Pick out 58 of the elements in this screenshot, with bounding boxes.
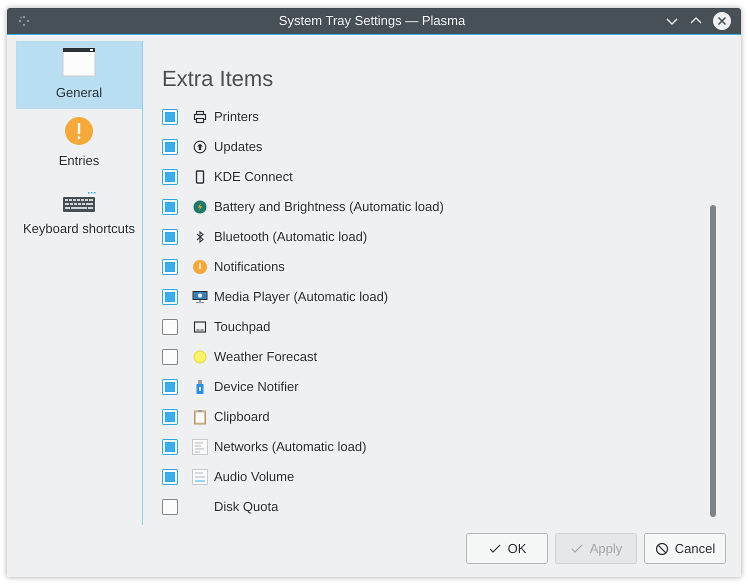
item-label: Weather Forecast — [214, 348, 318, 366]
check-icon — [488, 542, 502, 556]
item-label: Battery and Brightness (Automatic load) — [214, 198, 444, 216]
checkbox[interactable] — [162, 349, 178, 365]
item-label: Bluetooth (Automatic load) — [214, 228, 368, 246]
sidebar-label: Entries — [58, 152, 100, 170]
item-label: Audio Volume — [214, 468, 294, 486]
item-label: Printers — [214, 108, 259, 126]
item-label: Updates — [214, 138, 262, 156]
item-label: KDE Connect — [214, 168, 293, 186]
sun-icon — [193, 350, 207, 364]
item-label: Disk Quota — [214, 498, 278, 516]
checkbox[interactable] — [162, 409, 178, 425]
item-label: Device Notifier — [214, 378, 299, 396]
warning-icon — [65, 116, 93, 144]
item-label: Touchpad — [214, 318, 270, 336]
sidebar-item[interactable]: Keyboard shortcuts — [16, 177, 142, 245]
checkbox[interactable] — [162, 499, 178, 515]
checkbox[interactable] — [162, 109, 178, 125]
checkbox[interactable] — [162, 319, 178, 335]
sidebar-label: General — [56, 84, 102, 102]
scrollbar-thumb[interactable] — [710, 205, 716, 517]
item-label: Media Player (Automatic load) — [214, 288, 388, 306]
checkbox[interactable] — [162, 139, 178, 155]
sidebar-label: Keyboard shortcuts — [22, 220, 135, 238]
close-icon[interactable] — [713, 12, 731, 30]
battery-icon — [193, 200, 207, 214]
window-icon — [62, 46, 96, 76]
sidebar-item[interactable]: General — [16, 41, 142, 109]
dialog-button[interactable]: Cancel — [644, 533, 726, 564]
dialog-button[interactable]: OK — [466, 533, 548, 564]
window-title: System Tray Settings — Plasma — [278, 12, 466, 30]
checkbox[interactable] — [162, 199, 178, 215]
checkbox[interactable] — [162, 379, 178, 395]
checkbox[interactable] — [162, 259, 178, 275]
upload-icon — [193, 140, 207, 154]
document-icon — [192, 469, 208, 485]
sidebar-item[interactable]: Entries — [16, 109, 142, 177]
checkbox[interactable] — [162, 169, 178, 185]
checkbox[interactable] — [162, 229, 178, 245]
check-icon — [570, 542, 584, 556]
section-heading: Extra Items — [162, 65, 274, 93]
item-label: Notifications — [214, 258, 285, 276]
cancel-icon — [654, 542, 669, 556]
phone-icon — [193, 170, 207, 184]
checkbox[interactable] — [162, 469, 178, 485]
app-icon[interactable] — [17, 14, 31, 28]
keyboard-icon — [62, 190, 96, 212]
item-label: Networks (Automatic load) — [214, 438, 366, 456]
clipboard-icon — [193, 409, 207, 425]
warning-icon — [193, 260, 207, 274]
touchpad-icon — [193, 320, 207, 334]
document-icon — [192, 439, 208, 455]
checkbox[interactable] — [162, 289, 178, 305]
checkbox[interactable] — [162, 439, 178, 455]
monitor-icon — [192, 290, 208, 304]
printer-icon — [193, 110, 207, 124]
item-label: Clipboard — [214, 408, 270, 426]
